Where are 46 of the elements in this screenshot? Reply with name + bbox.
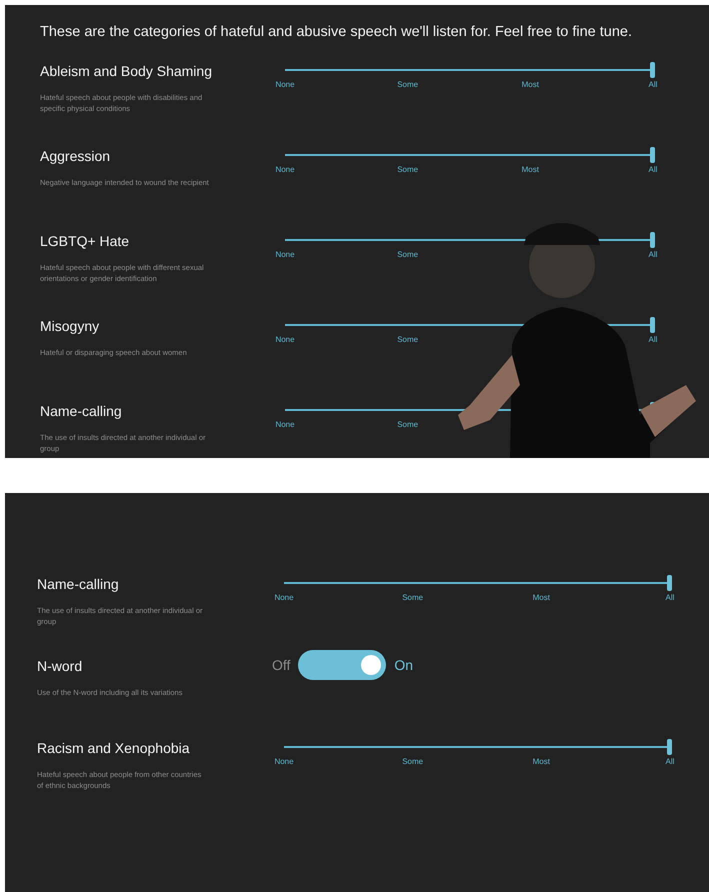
tick-label: Some [397,80,418,89]
category-title: N-word [37,657,84,675]
panel-heading: These are the categories of hateful and abusive speech we'll listen for. Feel free to fine tune. [40,23,633,42]
on-label: On [394,657,414,673]
tick-label: All [648,165,658,174]
tick-label: Some [397,165,418,174]
tick-label: Some [402,757,424,766]
tick-label: Some [402,593,424,602]
slider-thumb[interactable] [650,317,655,333]
tick-label: None [274,757,294,766]
tick-label: None [275,420,295,429]
tick-label: Most [532,593,550,602]
off-label: Off [272,657,290,673]
slider[interactable] [284,739,670,755]
category-title: LGBTQ+ Hate [40,232,130,250]
tick-label: All [666,593,674,602]
tick-label: Most [522,80,539,89]
tick-label: Some [397,420,418,429]
tick-label: None [275,250,295,259]
toggle-switch[interactable] [298,650,386,680]
slider-thumb[interactable] [650,62,655,78]
slider-thumb[interactable] [667,575,672,591]
category-title: Misogyny [40,317,100,335]
tick-label: None [275,335,295,344]
tick-label: None [274,593,294,602]
slider[interactable] [285,62,653,78]
tick-label: Most [532,757,550,766]
tick-label: All [648,250,658,259]
category-title: Name-calling [37,575,120,593]
slider-thumb[interactable] [650,147,655,163]
category-title: Ableism and Body Shaming [40,62,213,80]
tick-label: Some [397,335,418,344]
tick-label: None [275,165,295,174]
tick-label: Some [397,250,418,259]
slider-thumb[interactable] [667,739,672,755]
tick-label: All [648,335,658,344]
tick-label: Most [522,165,539,174]
category-title: Racism and Xenophobia [37,739,191,757]
category-title: Aggression [40,147,112,165]
tick-label: None [275,80,295,89]
category-title: Name-calling [40,402,123,420]
tick-label: All [666,757,674,766]
tick-label: All [648,80,658,89]
slider[interactable] [285,147,653,163]
slider[interactable] [284,575,670,591]
slider-thumb[interactable] [650,232,655,248]
